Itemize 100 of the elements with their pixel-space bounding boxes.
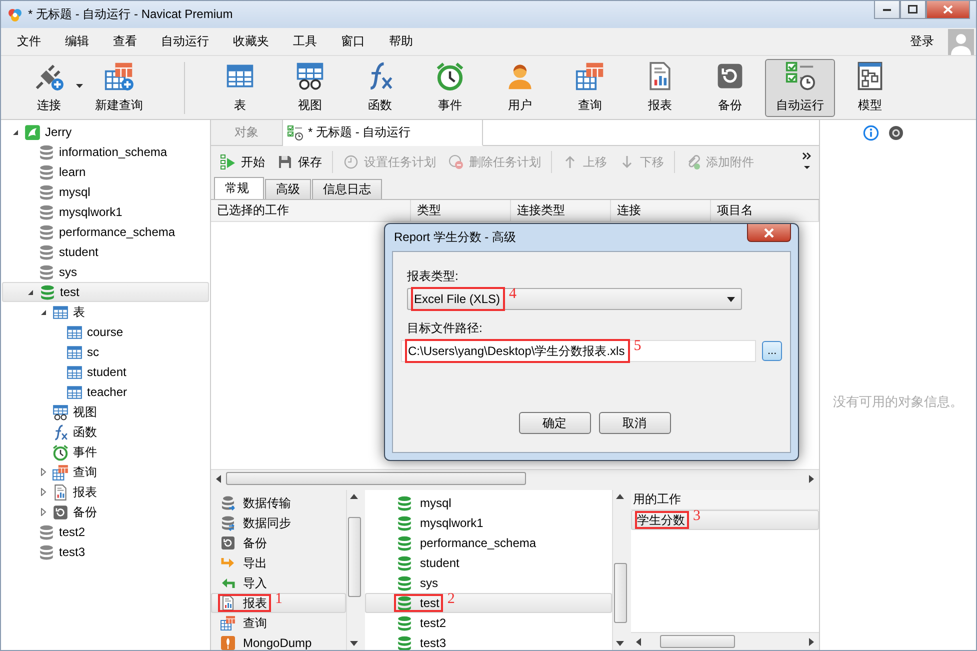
tab[interactable]: 信息日志: [312, 179, 382, 199]
tree-item[interactable]: 表: [1, 302, 210, 322]
list-item[interactable]: mysql: [365, 493, 612, 513]
tree-item[interactable]: 事件: [1, 442, 210, 462]
column-header[interactable]: 连接: [611, 200, 711, 221]
report-type-dropdown[interactable]: Excel File (XLS) 4: [407, 288, 742, 310]
scroll-right-icon[interactable]: [808, 474, 814, 482]
tree-item[interactable]: test2: [1, 522, 210, 542]
tree-item[interactable]: learn: [1, 162, 210, 182]
list-item[interactable]: mysqlwork1: [365, 513, 612, 533]
expanded-arrow-icon[interactable]: [26, 288, 34, 296]
tree-item[interactable]: student: [1, 242, 210, 262]
list-item[interactable]: student: [365, 553, 612, 573]
path-field[interactable]: C:\Users\yang\Desktop\学生分数报表.xls 5: [401, 340, 756, 362]
tree-item[interactable]: performance_schema: [1, 222, 210, 242]
collapsed-arrow-icon[interactable]: [40, 468, 46, 476]
tree-item[interactable]: Jerry: [1, 122, 210, 142]
column-header[interactable]: 类型: [411, 200, 511, 221]
tree-item[interactable]: 视图: [1, 402, 210, 422]
tree-item[interactable]: student: [1, 362, 210, 382]
toolbar-action[interactable]: 开始: [215, 150, 270, 174]
list-item[interactable]: 学生分数 3: [631, 510, 819, 530]
maximize-button[interactable]: [900, 1, 926, 19]
dialog-button[interactable]: 取消: [598, 412, 670, 434]
tree-item[interactable]: information_schema: [1, 142, 210, 162]
toolbar-button[interactable]: 模型: [835, 58, 905, 116]
column-header[interactable]: 已选择的工作: [211, 200, 411, 221]
menu-item[interactable]: 自动运行: [149, 33, 221, 50]
list-item[interactable]: 导出: [211, 553, 346, 573]
scroll-up-icon[interactable]: [616, 494, 624, 500]
toolbar-button[interactable]: 新建查询: [84, 58, 154, 116]
expanded-arrow-icon[interactable]: [40, 308, 46, 316]
toolbar-button[interactable]: 函数: [345, 58, 415, 116]
menu-item[interactable]: 文件: [5, 33, 53, 50]
tree-item[interactable]: test: [2, 282, 209, 302]
collapsed-arrow-icon[interactable]: [40, 488, 46, 496]
tree-item[interactable]: mysql: [1, 182, 210, 202]
info-icon[interactable]: [862, 125, 878, 141]
list-item[interactable]: 备份: [211, 533, 346, 553]
collapsed-arrow-icon[interactable]: [40, 508, 46, 516]
tree-item[interactable]: teacher: [1, 382, 210, 402]
list-item[interactable]: 数据传输: [211, 493, 346, 513]
browse-button[interactable]: ...: [762, 341, 782, 361]
list-item[interactable]: 数据同步: [211, 513, 346, 533]
minimize-button[interactable]: [874, 1, 900, 19]
tree-item[interactable]: 备份: [1, 502, 210, 522]
maximize-icon: [908, 5, 918, 14]
expanded-arrow-icon[interactable]: [12, 128, 18, 136]
toolbar-button[interactable]: 表: [205, 58, 275, 116]
list-item[interactable]: sys: [365, 573, 612, 593]
preview-icon[interactable]: [888, 125, 904, 141]
toolbar-button[interactable]: 视图: [275, 58, 345, 116]
list-item[interactable]: test 2: [365, 593, 612, 613]
scroll-up-icon[interactable]: [350, 494, 358, 500]
tab[interactable]: 常规: [214, 177, 264, 199]
menu-item[interactable]: 帮助: [377, 33, 425, 50]
list-item[interactable]: MongoDump: [211, 633, 346, 650]
toolbar-button[interactable]: 连接: [14, 58, 84, 116]
toolbar-button[interactable]: 备份: [695, 58, 765, 116]
menu-item[interactable]: 窗口: [329, 33, 377, 50]
list-item[interactable]: test2: [365, 613, 612, 633]
list-item[interactable]: 导入: [211, 573, 346, 593]
login-link[interactable]: 登录: [898, 33, 946, 50]
menu-item[interactable]: 查看: [101, 33, 149, 50]
toolbar-button[interactable]: 事件: [415, 58, 485, 116]
tree-item[interactable]: 查询: [1, 462, 210, 482]
list-item[interactable]: 查询: [211, 613, 346, 633]
list-item[interactable]: 报表 1: [211, 593, 346, 613]
tree-item[interactable]: 报表: [1, 482, 210, 502]
toolbar-action[interactable]: 保存: [272, 150, 327, 174]
toolbar-button[interactable]: 自动运行: [765, 58, 835, 116]
toolbar-button[interactable]: 用户: [485, 58, 555, 116]
tree-item[interactable]: mysqlwork1: [1, 202, 210, 222]
list-item[interactable]: test3: [365, 633, 612, 650]
close-button[interactable]: [926, 1, 970, 19]
close-button[interactable]: [747, 224, 791, 242]
tree-item[interactable]: 函数: [1, 422, 210, 442]
scroll-down-icon[interactable]: [350, 640, 358, 646]
tree-item[interactable]: test3: [1, 542, 210, 562]
horizontal-scrollbar[interactable]: [211, 469, 819, 487]
tree-item[interactable]: sc: [1, 342, 210, 362]
menu-item[interactable]: 收藏夹: [221, 33, 281, 50]
tab[interactable]: 高级: [265, 179, 311, 199]
tree-item[interactable]: course: [1, 322, 210, 342]
horizontal-scrollbar[interactable]: [631, 632, 819, 650]
toolbar-button[interactable]: 查询: [555, 58, 625, 116]
vertical-scrollbar[interactable]: [346, 490, 361, 650]
scroll-left-icon[interactable]: [636, 638, 642, 646]
column-header[interactable]: 连接类型: [511, 200, 611, 221]
tree-item[interactable]: sys: [1, 262, 210, 282]
caret-icon[interactable]: [727, 296, 735, 302]
caret-icon[interactable]: [76, 84, 83, 88]
scroll-left-icon[interactable]: [216, 474, 222, 482]
scroll-right-icon[interactable]: [808, 638, 814, 646]
list-item[interactable]: performance_schema: [365, 533, 612, 553]
scroll-down-icon[interactable]: [616, 640, 624, 646]
menu-item[interactable]: 工具: [281, 33, 329, 50]
dialog-button[interactable]: 确定: [518, 412, 590, 434]
toolbar-button[interactable]: 报表: [625, 58, 695, 116]
menu-item[interactable]: 编辑: [53, 33, 101, 50]
